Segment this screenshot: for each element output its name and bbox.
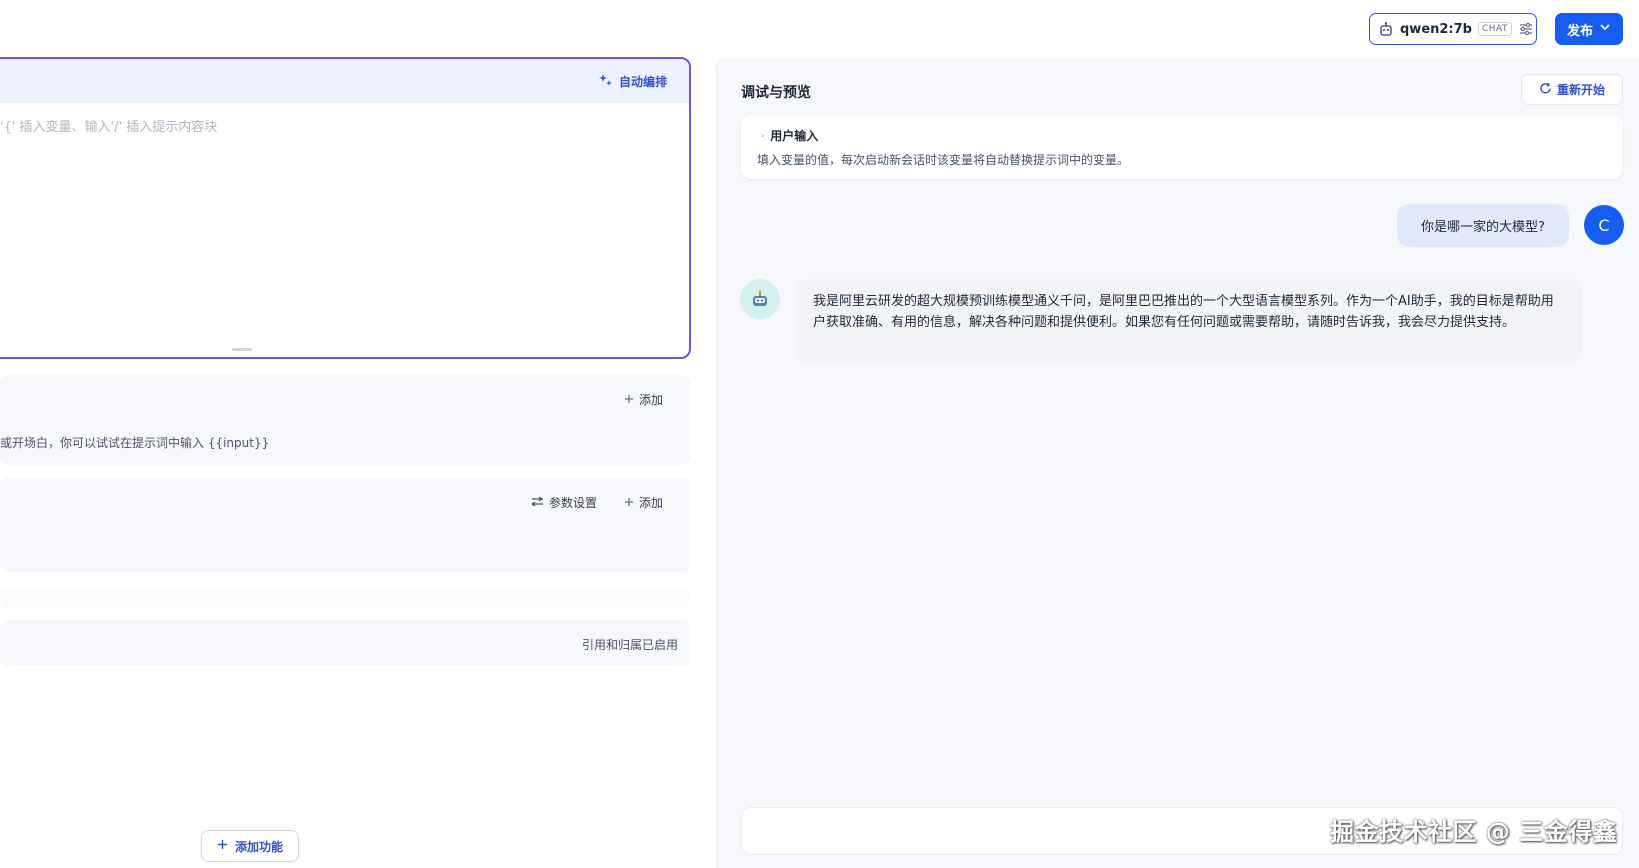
user-input-header[interactable]: › 用户输入 (761, 127, 818, 144)
prompt-editor-header: 自动编排 (0, 59, 689, 103)
resize-handle[interactable] (232, 348, 252, 351)
user-input-card[interactable]: › 用户输入 填入变量的值，每次启动新会话时该变量将自动替换提示词中的变量。 (741, 115, 1623, 179)
sliders-icon (530, 496, 544, 510)
variables-section: 添加 或开场白，你可以试试在提示词中输入 {{input}} (0, 375, 690, 465)
plus-icon (217, 839, 228, 853)
variables-add-button[interactable]: 添加 (624, 391, 663, 408)
section-divider (0, 588, 690, 608)
variables-hint: 或开场白，你可以试试在提示词中输入 {{input}} (0, 436, 270, 450)
chevron-right-icon: › (761, 131, 765, 140)
user-input-description: 填入变量的值，每次启动新会话时该变量将自动替换提示词中的变量。 (757, 153, 1130, 167)
debug-title: 调试与预览 (741, 85, 811, 101)
model-mode-badge: CHAT (1477, 22, 1512, 36)
auto-arrange-label: 自动编排 (618, 75, 667, 89)
citation-section: 引用和归属已启用 (0, 620, 690, 666)
context-section: 参数设置 添加 (0, 478, 690, 572)
bot-message: 我是阿里云研发的超大规模预训练模型通义千问，是阿里巴巴推出的一个大型语言模型系列… (795, 279, 1582, 363)
bot-avatar (740, 279, 780, 319)
restart-label: 重新开始 (1556, 83, 1605, 97)
model-selector[interactable]: qwen2:7b CHAT (1369, 13, 1537, 45)
publish-label: 发布 (1566, 23, 1593, 39)
citation-status: 引用和归属已启用 (582, 638, 679, 652)
auto-arrange-button[interactable]: 自动编排 (598, 73, 667, 90)
restart-button[interactable]: 重新开始 (1521, 74, 1623, 105)
plus-icon (624, 393, 634, 407)
user-message: 你是哪一家的大模型? (1397, 204, 1569, 247)
params-settings-label: 参数设置 (549, 496, 598, 510)
prompt-input[interactable]: '{' 插入变量、输入'/' 插入提示内容块 (0, 116, 217, 135)
avatar: C (1584, 205, 1624, 245)
add-feature-button[interactable]: 添加功能 (201, 830, 299, 862)
context-add-label: 添加 (639, 496, 664, 510)
robot-icon (1378, 20, 1394, 38)
robot-icon (753, 290, 767, 306)
add-feature-label: 添加功能 (234, 839, 283, 854)
plus-icon (624, 496, 634, 510)
tune-icon[interactable] (1518, 21, 1534, 37)
publish-button[interactable]: 发布 (1555, 13, 1623, 45)
variables-add-label: 添加 (639, 393, 664, 407)
refresh-icon (1539, 82, 1552, 98)
context-add-button[interactable]: 添加 (624, 494, 663, 511)
prompt-editor-card: 自动编排 '{' 插入变量、输入'/' 插入提示内容块 (0, 57, 691, 359)
params-settings-button[interactable]: 参数设置 (530, 494, 598, 511)
chevron-down-icon (1599, 21, 1611, 37)
user-input-title: 用户输入 (770, 129, 819, 143)
sparkle-icon (598, 73, 613, 90)
watermark: 掘金技术社区 @ 三金得鑫 (1330, 818, 1618, 846)
model-name: qwen2:7b (1400, 21, 1472, 37)
